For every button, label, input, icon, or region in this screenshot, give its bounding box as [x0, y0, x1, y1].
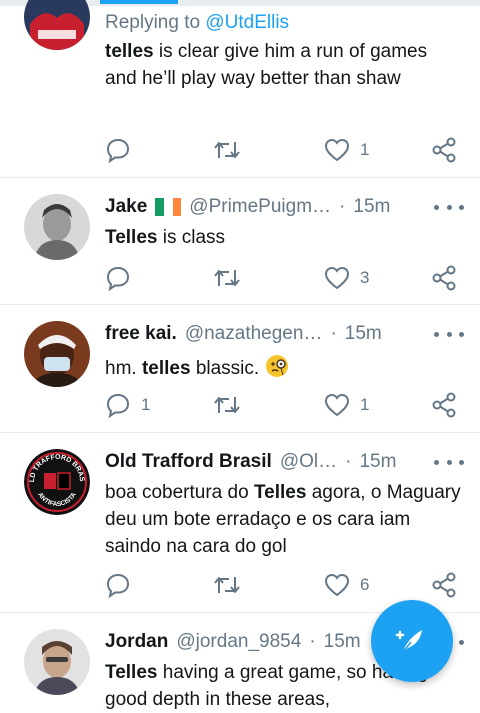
tweet-header: Old Trafford Brasil @Ol… · 15m: [105, 449, 464, 475]
tweet-text: telles is clear give him a run of games …: [105, 38, 464, 92]
replying-to-label: Replying to: [105, 12, 206, 33]
avatar[interactable]: [24, 0, 90, 50]
separator-dot: ·: [330, 323, 337, 344]
heart-icon: [324, 393, 350, 417]
tweet-actions: 1 1: [105, 391, 460, 419]
timestamp[interactable]: 15m: [353, 196, 390, 218]
tweet-text: hm. telles blassic.: [105, 353, 464, 382]
tweet-text-body: is class: [157, 227, 226, 248]
reply-icon: [106, 266, 130, 291]
ireland-flag-icon: [155, 198, 182, 216]
reply-icon: [106, 393, 130, 418]
avatar[interactable]: [24, 321, 90, 387]
retweet-button[interactable]: [213, 571, 251, 599]
like-button[interactable]: 1: [324, 391, 369, 419]
display-name[interactable]: Jake: [105, 196, 147, 218]
user-handle[interactable]: @jordan_9854: [176, 631, 301, 653]
tweet-text-prefix: hm.: [105, 358, 142, 379]
more-options-icon[interactable]: [434, 321, 464, 347]
reply-button[interactable]: [105, 264, 141, 292]
timestamp[interactable]: 15m: [345, 323, 382, 345]
heart-icon: [324, 138, 350, 162]
retweet-icon: [214, 270, 240, 286]
tweet-actions: 1: [105, 136, 460, 164]
timestamp[interactable]: 15m: [324, 631, 361, 653]
retweet-button[interactable]: [213, 264, 251, 292]
compose-feather-icon: [395, 630, 422, 653]
reply-icon: [106, 138, 130, 163]
retweet-button[interactable]: [213, 391, 251, 419]
tweet-text-highlight: telles: [105, 41, 154, 62]
replying-to: Replying to @UtdEllis: [105, 12, 464, 34]
like-button[interactable]: 6: [324, 571, 369, 599]
user-handle[interactable]: @Ol…: [280, 451, 337, 473]
display-name[interactable]: Jordan: [105, 631, 168, 653]
heart-icon: [324, 573, 350, 597]
share-button[interactable]: [431, 391, 457, 419]
reply-button[interactable]: [105, 136, 141, 164]
reply-count: 1: [141, 395, 151, 414]
tweet-text-prefix: boa cobertura do: [105, 482, 254, 503]
avatar[interactable]: [24, 194, 90, 260]
tweet[interactable]: Jake @PrimePuigm… · 15m Telles is class …: [0, 178, 480, 305]
like-button[interactable]: 1: [324, 136, 369, 164]
avatar[interactable]: OLD TRAFFORD BRASIL ANTIFASCISTA: [24, 449, 90, 515]
more-options-icon[interactable]: [434, 194, 464, 220]
retweet-icon: [214, 397, 240, 413]
tweet-text: boa cobertura do Telles agora, o Maguary…: [105, 479, 464, 560]
replying-to-handle-link[interactable]: @UtdEllis: [205, 12, 289, 33]
display-name[interactable]: Old Trafford Brasil: [105, 451, 272, 473]
tweet-text-highlight: telles: [141, 358, 191, 379]
share-icon: [432, 392, 456, 418]
tweet-header: Jake @PrimePuigm… · 15m: [105, 194, 464, 220]
retweet-button[interactable]: [213, 136, 251, 164]
compose-tweet-button[interactable]: [371, 600, 453, 682]
timestamp[interactable]: 15m: [359, 451, 396, 473]
like-button[interactable]: 3: [324, 264, 369, 292]
display-name[interactable]: free kai.: [105, 323, 177, 345]
separator-dot: ·: [345, 451, 352, 472]
share-button[interactable]: [431, 136, 457, 164]
separator-dot: ·: [309, 631, 316, 652]
heart-icon: [324, 266, 350, 290]
user-handle[interactable]: @nazathegen…: [185, 323, 323, 345]
tweet-text-body: blassic.: [190, 358, 265, 379]
reply-icon: [106, 573, 130, 598]
share-icon: [432, 137, 456, 163]
like-count: 6: [360, 575, 370, 594]
face-with-monocle-icon: [266, 355, 289, 377]
tweet-text-highlight: Telles: [253, 482, 307, 503]
like-count: 1: [360, 395, 370, 414]
share-icon: [432, 572, 456, 598]
separator-dot: ·: [339, 196, 346, 217]
user-handle[interactable]: @PrimePuigm…: [189, 196, 331, 218]
share-icon: [432, 265, 456, 291]
tweet-text: Telles is class: [105, 224, 464, 251]
avatar[interactable]: [24, 629, 90, 695]
tweet-actions: 6: [105, 571, 460, 599]
share-button[interactable]: [431, 571, 457, 599]
tweet-actions: 3: [105, 264, 460, 292]
tweet-text-body: is clear give him a run of games and he’…: [105, 41, 428, 89]
retweet-icon: [214, 142, 240, 158]
retweet-icon: [214, 577, 240, 593]
tweet[interactable]: OLD TRAFFORD BRASIL ANTIFASCISTA Old Tra…: [0, 433, 480, 613]
tweet-text-highlight: Telles: [105, 227, 158, 248]
like-count: 1: [360, 140, 370, 159]
tweet[interactable]: Replying to @UtdEllis telles is clear gi…: [0, 0, 480, 178]
tweet-header: free kai. @nazathegen… · 15m: [105, 321, 464, 347]
tweet[interactable]: free kai. @nazathegen… · 15m hm. telles …: [0, 305, 480, 433]
like-count: 3: [360, 268, 370, 287]
reply-button[interactable]: 1: [105, 391, 150, 419]
reply-button[interactable]: [105, 571, 141, 599]
share-button[interactable]: [431, 264, 457, 292]
more-options-icon[interactable]: [434, 449, 464, 475]
tweet-text-highlight: Telles: [105, 662, 158, 683]
